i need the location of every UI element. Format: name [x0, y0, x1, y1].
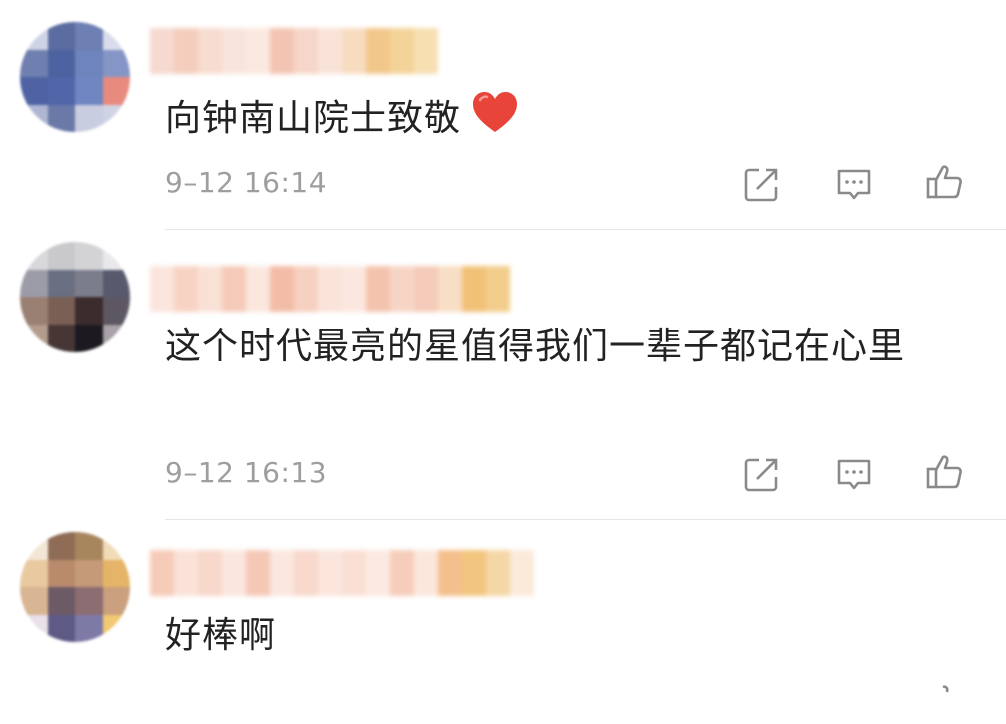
like-button[interactable]	[922, 680, 966, 724]
comment-text: 向钟南山院士致敬	[165, 90, 965, 146]
username-blurred[interactable]	[150, 28, 438, 74]
timestamp: 9–12 16:13	[165, 456, 328, 489]
share-button[interactable]	[740, 162, 784, 206]
username-blurred[interactable]	[150, 550, 534, 596]
like-button[interactable]	[922, 160, 966, 204]
avatar[interactable]	[20, 242, 130, 352]
thumbs-up-icon	[942, 685, 949, 693]
comment-text: 好棒啊	[165, 615, 277, 656]
share-icon	[744, 168, 778, 202]
avatar[interactable]	[20, 532, 130, 642]
divider	[165, 229, 1006, 230]
share-button[interactable]	[740, 452, 784, 496]
timestamp: 9–12 16:14	[165, 166, 328, 199]
comment-icon	[837, 459, 871, 490]
comment-icon	[837, 169, 871, 200]
reply-button[interactable]	[832, 162, 876, 206]
share-icon	[744, 458, 778, 492]
username-blurred[interactable]	[150, 266, 510, 312]
thumbs-up-icon	[926, 455, 962, 489]
comment-text: 这个时代最亮的星值得我们一辈子都记在心里	[165, 326, 906, 367]
reply-button[interactable]	[832, 452, 876, 496]
avatar[interactable]	[20, 22, 130, 132]
like-button[interactable]	[922, 450, 966, 494]
thumbs-up-icon	[926, 165, 962, 199]
divider	[165, 519, 1006, 520]
heart-emoji-icon	[471, 90, 519, 146]
